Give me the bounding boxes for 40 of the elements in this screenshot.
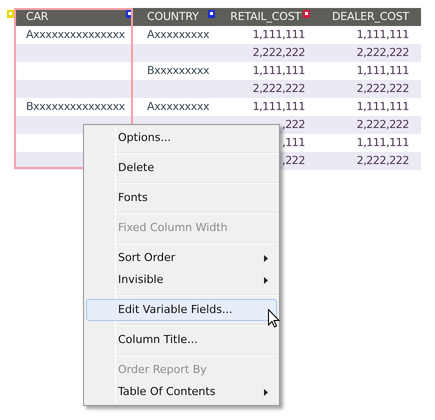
table-cell-text: 2,222,222 [356, 116, 409, 133]
submenu-arrow-icon [264, 388, 268, 396]
column-header[interactable]: DEALER_COST [332, 8, 409, 26]
menu-item[interactable]: Sort Order [86, 247, 277, 269]
column-header[interactable]: RETAIL_COST [230, 8, 301, 26]
table-cell-text: 1,111,111 [252, 98, 305, 115]
table-cell-text: ,111 [282, 134, 305, 151]
submenu-arrow-icon [264, 254, 268, 262]
table-cell-text: Axxxxxxxxx [147, 98, 210, 115]
column-marker-icon[interactable] [303, 10, 310, 18]
table-cell-text: Bxxxxxxxxxxxxxxx [26, 98, 125, 115]
table-cell-text: 2,222,222 [356, 80, 409, 97]
table-cell-text: 2,222,222 [252, 44, 305, 61]
table-cell-text: 2,222,222 [356, 152, 409, 169]
column-header[interactable]: COUNTRY [147, 8, 199, 26]
menu-item[interactable]: Fonts [86, 187, 277, 209]
column-marker-icon[interactable] [208, 10, 215, 18]
table-cell-text: ,222 [282, 116, 305, 133]
column-header[interactable]: CAR [26, 8, 48, 26]
column-marker-icon[interactable] [7, 10, 14, 18]
menu-item[interactable]: Column Title... [86, 329, 277, 351]
table-cell-text: Axxxxxxxxx [147, 26, 210, 43]
table-cell-text: 1,111,111 [252, 26, 305, 43]
menu-item[interactable]: Table Of Contents [86, 381, 277, 403]
table-cell-text: 1,111,111 [356, 62, 409, 79]
menu-item[interactable]: Invisible [86, 269, 277, 291]
menu-item[interactable]: Delete [86, 157, 277, 179]
table-cell-text: 1,111,111 [356, 134, 409, 151]
table-cell-text: ,222 [282, 152, 305, 169]
table-cell-text: 1,111,111 [252, 62, 305, 79]
table-cell-text: Axxxxxxxxxxxxxxx [26, 26, 125, 43]
menu-item[interactable]: Options... [86, 127, 277, 149]
table-cell-text: Bxxxxxxxxx [147, 62, 210, 79]
mouse-cursor-icon [268, 309, 280, 328]
table-cell-text: 2,222,222 [252, 80, 305, 97]
table-cell-text: 2,222,222 [356, 44, 409, 61]
table-cell-text: 1,111,111 [356, 98, 409, 115]
menu-item[interactable]: Edit Variable Fields... [86, 299, 277, 321]
table-cell-text: 1,111,111 [356, 26, 409, 43]
submenu-arrow-icon [264, 276, 268, 284]
